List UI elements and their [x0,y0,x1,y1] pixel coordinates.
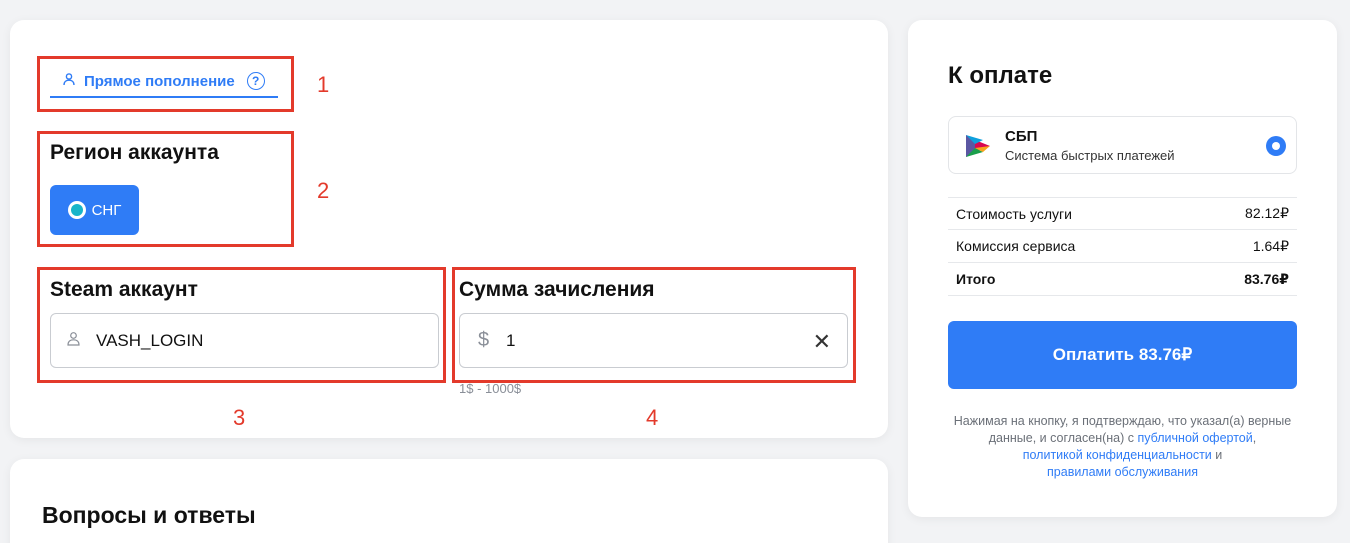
privacy-policy-link[interactable]: политикой конфиденциальности [1023,448,1212,462]
legal-notice: Нажимая на кнопку, я подтверждаю, что ук… [948,413,1297,481]
public-offer-link[interactable]: публичной офертой [1138,431,1253,445]
annotation-box-4 [452,267,856,383]
payment-method-description: Система быстрых платежей [1005,148,1175,163]
annotation-number-4: 4 [646,405,659,430]
payment-method-name: СБП [1005,128,1038,145]
faq-heading: Вопросы и ответы [42,502,256,528]
service-rules-link[interactable]: правилами обслуживания [1047,465,1198,479]
summary-row: Комиссия сервиса 1.64₽ [948,230,1297,263]
annotation-number-3: 3 [233,405,246,430]
payment-title: К оплате [948,62,1053,89]
sbp-logo-icon [963,131,993,161]
sum-range-hint: 1$ - 1000$ [459,381,522,396]
annotation-box-1 [37,56,294,112]
summary-row-label: Комиссия сервиса [956,238,1076,254]
annotation-number-2: 2 [317,178,330,203]
summary-row-value: 82.12₽ [1245,205,1289,221]
summary-total-row: Итого 83.76₽ [948,263,1297,296]
payment-method-radio[interactable] [1266,136,1286,156]
annotation-box-2 [37,131,294,247]
annotation-number-1: 1 [317,72,330,97]
summary-row-value: 1.64₽ [1252,237,1289,254]
summary-row-value: 83.76₽ [1244,270,1289,287]
annotation-box-3 [37,267,446,383]
faq-card [10,459,888,543]
pay-button[interactable]: Оплатить 83.76₽ [948,321,1297,389]
summary-row-label: Стоимость услуги [956,205,1072,222]
summary-row-label: Итого [956,271,996,287]
payment-method-sbp[interactable]: СБП Система быстрых платежей [948,116,1297,174]
legal-separator: , [1252,431,1257,445]
legal-and: и [1211,448,1223,462]
summary-row: Стоимость услуги 82.12₽ [948,197,1297,230]
